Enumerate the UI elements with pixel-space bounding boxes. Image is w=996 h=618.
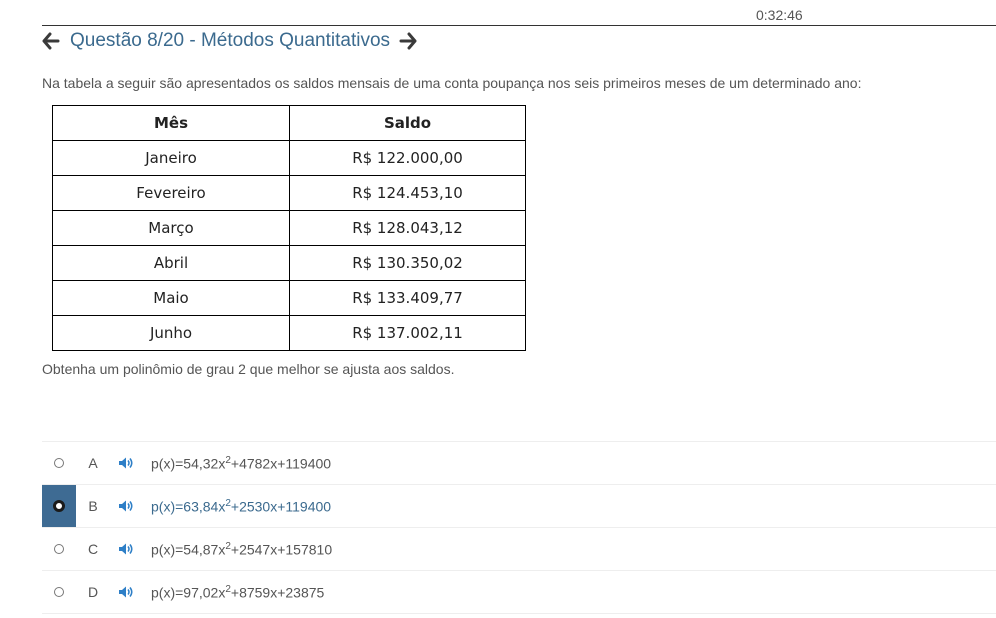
radio-cell[interactable] (42, 485, 76, 527)
formula-part: p(x)=54,87x (151, 541, 226, 558)
answer-option-d[interactable]: D p(x)=97,02x2+8759x+23875 (42, 570, 996, 614)
balance-cell: R$ 130.350,02 (289, 245, 526, 281)
radio-button[interactable] (54, 544, 64, 554)
answer-option-b[interactable]: B p(x)=63,84x2+2530x+119400 (42, 484, 996, 527)
page-title: Questão 8/20 - Métodos Quantitativos (70, 30, 391, 51)
table-row: Fevereiro R$ 124.453,10 (52, 175, 526, 211)
answer-formula: p(x)=54,87x2+2547x+157810 (151, 541, 332, 558)
radio-cell[interactable] (42, 442, 76, 484)
answer-option-c[interactable]: C p(x)=54,87x2+2547x+157810 (42, 527, 996, 570)
column-header-balance: Saldo (289, 105, 526, 141)
timer: 0:32:46 (756, 7, 803, 23)
formula-part: +8759x+23875 (230, 584, 325, 601)
radio-cell[interactable] (42, 528, 76, 570)
option-letter: D (87, 584, 99, 600)
radio-button[interactable] (53, 500, 65, 512)
column-header-month: Mês (52, 105, 290, 141)
balance-cell: R$ 122.000,00 (289, 140, 526, 176)
radio-button[interactable] (54, 587, 64, 597)
answer-options: A p(x)=54,32x2+4782x+119400 B p(x)=63,84… (42, 441, 996, 614)
table-row: Março R$ 128.043,12 (52, 210, 526, 246)
table-row: Abril R$ 130.350,02 (52, 245, 526, 281)
option-letter: A (88, 455, 98, 471)
header-divider (42, 25, 996, 26)
answer-option-a[interactable]: A p(x)=54,32x2+4782x+119400 (42, 441, 996, 484)
table-header-row: Mês Saldo (52, 105, 526, 141)
answer-formula: p(x)=54,32x2+4782x+119400 (151, 455, 331, 472)
table-row: Junho R$ 137.002,11 (52, 315, 526, 351)
balance-cell: R$ 128.043,12 (289, 210, 526, 246)
answer-text-area[interactable]: p(x)=63,84x2+2530x+119400 (142, 485, 996, 527)
radio-button[interactable] (54, 458, 64, 468)
month-cell: Maio (52, 280, 290, 316)
month-cell: Abril (52, 245, 290, 281)
month-cell: Janeiro (52, 140, 290, 176)
month-cell: Junho (52, 315, 290, 351)
question-prompt: Na tabela a seguir são apresentados os s… (42, 75, 862, 91)
balances-table: Mês Saldo Janeiro R$ 122.000,00 Fevereir… (52, 105, 526, 351)
answer-text-area[interactable]: p(x)=54,32x2+4782x+119400 (142, 442, 996, 484)
formula-part: p(x)=97,02x (151, 584, 226, 601)
formula-part: +2530x+119400 (230, 498, 332, 515)
table-row: Janeiro R$ 122.000,00 (52, 140, 526, 176)
answer-formula: p(x)=63,84x2+2530x+119400 (151, 498, 331, 515)
formula-part: +2547x+157810 (230, 541, 333, 558)
answer-formula: p(x)=97,02x2+8759x+23875 (151, 584, 324, 601)
formula-part: p(x)=63,84x (151, 498, 226, 515)
formula-part: p(x)=54,32x (151, 455, 226, 472)
option-letter: C (87, 541, 99, 557)
balance-cell: R$ 137.002,11 (289, 315, 526, 351)
answer-text-area[interactable]: p(x)=97,02x2+8759x+23875 (142, 571, 996, 613)
month-cell: Fevereiro (52, 175, 290, 211)
balance-cell: R$ 133.409,77 (289, 280, 526, 316)
speaker-icon[interactable] (118, 585, 134, 599)
radio-cell[interactable] (42, 571, 76, 613)
question-header: Questão 8/20 - Métodos Quantitativos (42, 29, 417, 53)
answer-text-area[interactable]: p(x)=54,87x2+2547x+157810 (142, 528, 996, 570)
question-text: Obtenha um polinômio de grau 2 que melho… (42, 361, 455, 377)
option-letter: B (88, 498, 98, 514)
speaker-icon[interactable] (118, 456, 134, 470)
month-cell: Março (52, 210, 290, 246)
table-row: Maio R$ 133.409,77 (52, 280, 526, 316)
balance-cell: R$ 124.453,10 (289, 175, 526, 211)
speaker-icon[interactable] (118, 499, 134, 513)
arrow-left-icon[interactable] (42, 32, 60, 50)
speaker-icon[interactable] (118, 542, 134, 556)
formula-part: +4782x+119400 (230, 455, 332, 472)
arrow-right-icon[interactable] (399, 32, 417, 50)
